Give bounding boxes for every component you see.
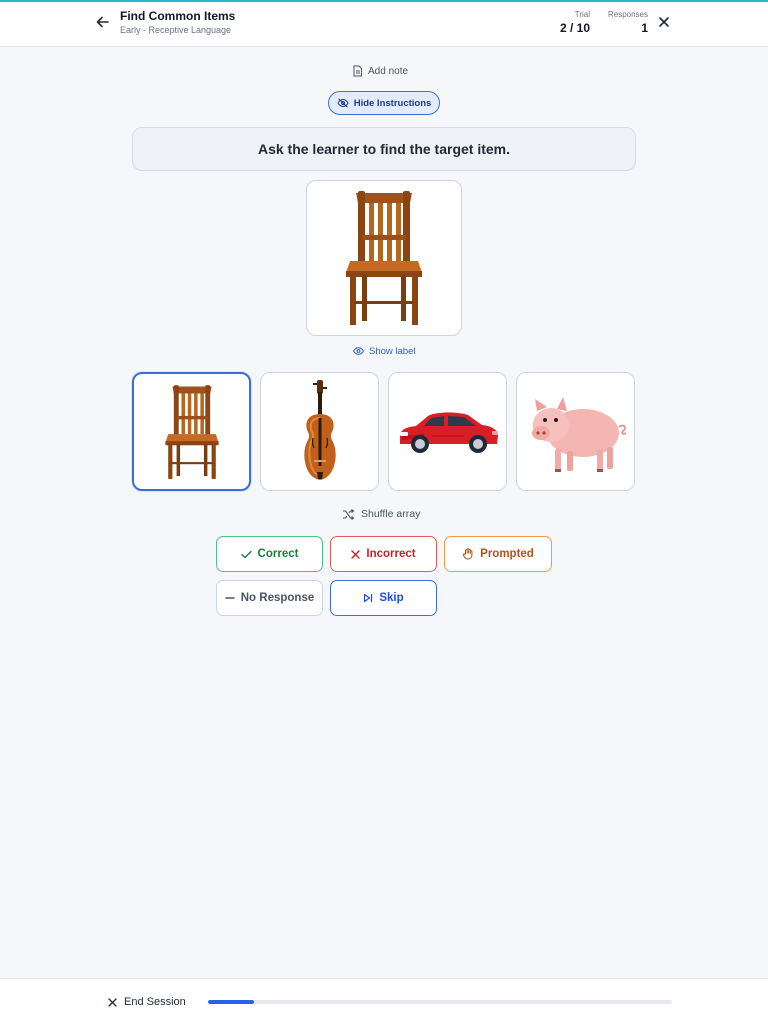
close-icon	[108, 997, 117, 1007]
prompted-button[interactable]: Prompted	[444, 536, 552, 572]
hand-icon	[463, 548, 473, 560]
eye-icon	[353, 347, 364, 355]
session-footer: End Session	[0, 978, 768, 1024]
car-image	[399, 411, 498, 453]
responses-counter: Responses 1	[608, 9, 648, 36]
choice-card-violin[interactable]	[260, 372, 379, 491]
choice-card-chair[interactable]	[132, 372, 251, 491]
chair-image	[164, 384, 219, 479]
skip-button[interactable]: Skip	[330, 580, 437, 616]
chair-image	[346, 191, 422, 325]
prompted-label: Prompted	[480, 548, 534, 560]
note-icon	[353, 65, 362, 77]
check-icon	[240, 550, 252, 558]
trial-label: Trial	[574, 10, 590, 19]
instruction-text: Ask the learner to find the target item.	[257, 141, 511, 157]
session-progress-fill	[208, 1000, 255, 1004]
choice-card-car[interactable]	[388, 372, 507, 491]
target-item-card	[306, 180, 462, 336]
shuffle-array-button[interactable]: Shuffle array	[342, 506, 420, 522]
responses-value: 1	[641, 21, 648, 35]
show-label-text: Show label	[369, 345, 416, 357]
violin-image	[303, 379, 336, 480]
close-icon[interactable]	[657, 15, 671, 29]
add-note-button[interactable]: Add note	[352, 63, 408, 79]
instruction-banner: Ask the learner to find the target item.	[132, 127, 636, 171]
trial-value: 2 / 10	[559, 21, 590, 35]
responses-label: Responses	[607, 10, 648, 19]
skip-forward-icon	[364, 593, 373, 603]
correct-label: Correct	[257, 548, 299, 560]
skip-label: Skip	[379, 592, 404, 604]
program-title-block: Find Common Items Early - Receptive Lang…	[120, 9, 235, 36]
add-note-label: Add note	[368, 65, 409, 77]
hide-instructions-label: Hide Instructions	[353, 97, 432, 109]
no-response-button[interactable]: No Response	[216, 580, 323, 616]
arrow-left-icon[interactable]	[94, 13, 112, 31]
correct-button[interactable]: Correct	[216, 536, 323, 572]
shuffle-array-label: Shuffle array	[361, 508, 421, 520]
eye-off-icon	[337, 98, 349, 108]
show-label-button[interactable]: Show label	[353, 344, 415, 358]
pig-image	[531, 396, 627, 472]
x-icon	[351, 549, 361, 559]
session-header: Find Common Items Early - Receptive Lang…	[0, 2, 768, 47]
shuffle-icon	[343, 508, 355, 520]
end-session-button[interactable]: End Session	[108, 995, 186, 1009]
choice-card-pig[interactable]	[516, 372, 635, 491]
program-title: Find Common Items	[120, 9, 236, 23]
incorrect-button[interactable]: Incorrect	[330, 536, 437, 572]
incorrect-label: Incorrect	[366, 548, 416, 560]
end-session-label: End Session	[124, 996, 186, 1008]
no-response-label: No Response	[240, 592, 315, 604]
minus-icon	[225, 597, 235, 599]
program-subtitle: Early - Receptive Language	[120, 25, 232, 35]
session-progress-bar	[208, 1000, 672, 1004]
trial-counter: Trial 2 / 10	[560, 9, 590, 36]
hide-instructions-button[interactable]: Hide Instructions	[328, 91, 440, 115]
